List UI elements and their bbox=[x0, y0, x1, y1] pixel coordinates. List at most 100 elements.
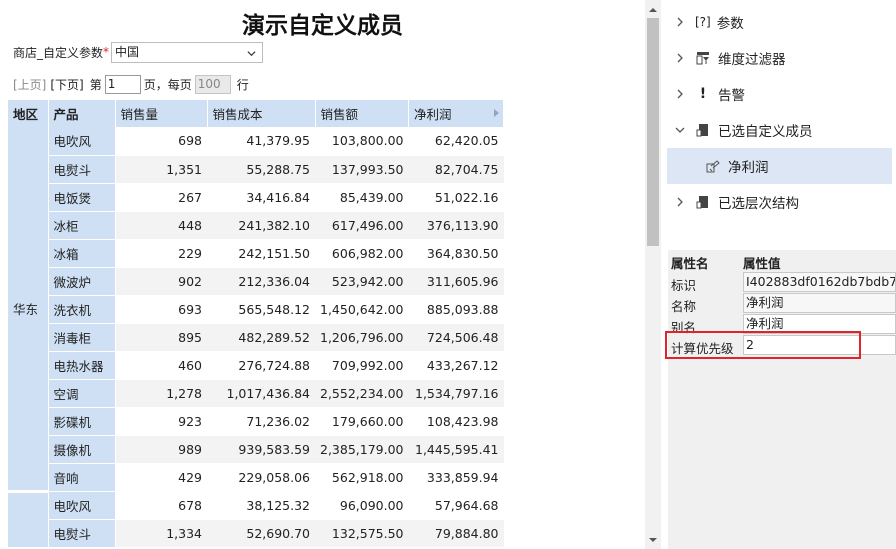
value-cell: 1,351 bbox=[115, 155, 207, 184]
tree-label: 净利润 bbox=[728, 160, 769, 176]
product-cell[interactable]: 冰柜 bbox=[48, 211, 116, 240]
tree-node-dimension-filter[interactable]: 维度过滤器 bbox=[667, 40, 892, 76]
value-cell: 34,416.84 bbox=[207, 183, 315, 212]
tree-label: 维度过滤器 bbox=[718, 52, 786, 68]
product-cell[interactable]: 空调 bbox=[48, 379, 116, 408]
chevron-down-icon[interactable] bbox=[673, 123, 687, 137]
filter-icon bbox=[696, 52, 709, 65]
value-cell: 103,800.00 bbox=[315, 127, 409, 156]
alert-icon: ! bbox=[699, 86, 707, 102]
value-cell: 724,506.48 bbox=[408, 323, 504, 352]
value-cell: 2,385,179.00 bbox=[315, 435, 409, 464]
vertical-scrollbar[interactable] bbox=[645, 0, 661, 549]
header-quantity[interactable]: 销售量 bbox=[115, 100, 208, 127]
product-cell[interactable]: 电吹风 bbox=[48, 491, 116, 520]
value-cell: 1,017,436.84 bbox=[207, 379, 315, 408]
value-cell: 698 bbox=[115, 127, 207, 156]
page-prefix: 第 bbox=[89, 77, 102, 92]
property-key: 名称 bbox=[671, 299, 697, 314]
chevron-right-icon[interactable] bbox=[673, 51, 687, 65]
value-cell: 137,993.50 bbox=[315, 155, 409, 184]
header-cost[interactable]: 销售成本 bbox=[207, 100, 316, 127]
value-cell: 923 bbox=[115, 407, 207, 436]
product-cell[interactable]: 电饭煲 bbox=[48, 183, 116, 212]
table-row: 电吹风 678 38,125.32 96,090.00 57,964.68 bbox=[8, 489, 504, 547]
scrollbar-thumb[interactable] bbox=[647, 18, 659, 246]
product-cell[interactable]: 电熨斗 bbox=[48, 155, 116, 184]
value-cell: 242,151.50 bbox=[207, 239, 315, 268]
value-cell: 1,206,796.00 bbox=[315, 323, 409, 352]
value-cell: 311,605.96 bbox=[408, 267, 504, 296]
value-cell: 523,942.00 bbox=[315, 267, 409, 296]
value-cell: 179,660.00 bbox=[315, 407, 409, 436]
table-row: 电饭煲 267 34,416.84 85,439.00 51,022.16 bbox=[8, 183, 504, 212]
value-cell: 939,583.59 bbox=[207, 435, 315, 464]
region-cell bbox=[8, 489, 49, 547]
next-page-link[interactable]: [下页] bbox=[50, 76, 83, 93]
table-row: 电熨斗 1,334 52,690.70 132,575.50 79,884.80 bbox=[8, 519, 504, 548]
parameter-row: 商店_自定义参数 * 中国 bbox=[13, 41, 264, 63]
scroll-down-icon[interactable] bbox=[645, 532, 661, 548]
product-cell[interactable]: 电吹风 bbox=[48, 127, 116, 156]
tree-node-alerts[interactable]: ! 告警 bbox=[667, 76, 892, 112]
value-cell: 448 bbox=[115, 211, 207, 240]
property-key: 标识 bbox=[671, 278, 697, 293]
value-cell: 433,267.12 bbox=[408, 351, 504, 380]
data-table: 地区 产品 销售量 销售成本 销售额 净利润 华东 电吹风 698 41,379.95… bbox=[8, 100, 504, 548]
value-cell: 132,575.50 bbox=[315, 519, 409, 548]
property-value-header: 属性值 bbox=[743, 256, 781, 271]
value-cell: 71,236.02 bbox=[207, 407, 315, 436]
tree-node-parameters[interactable]: [?] 参数 bbox=[667, 4, 892, 40]
property-name-field[interactable]: 净利润 bbox=[743, 293, 896, 313]
product-cell[interactable]: 音响 bbox=[48, 463, 116, 492]
required-mark: * bbox=[103, 45, 110, 59]
tree-node-hierarchy[interactable]: 已选层次结构 bbox=[667, 184, 892, 220]
expand-arrow-icon[interactable] bbox=[494, 109, 499, 117]
value-cell: 55,288.75 bbox=[207, 155, 315, 184]
product-cell[interactable]: 电熨斗 bbox=[48, 519, 116, 548]
property-id-field[interactable]: I402883df0162db7bdb7b0 bbox=[743, 272, 896, 292]
table-row: 冰柜 448 241,382.10 617,496.00 376,113.90 bbox=[8, 211, 504, 240]
rows-per-page-input[interactable]: 100 bbox=[194, 74, 231, 94]
tree-node-net-profit[interactable]: 净利润 bbox=[667, 148, 892, 184]
chevron-right-icon[interactable] bbox=[673, 195, 687, 209]
value-cell: 1,534,797.16 bbox=[408, 379, 504, 408]
chevron-down-icon bbox=[247, 50, 256, 56]
value-cell: 482,289.52 bbox=[207, 323, 315, 352]
table-row: 微波炉 902 212,336.04 523,942.00 311,605.96 bbox=[8, 267, 504, 296]
value-cell: 606,982.00 bbox=[315, 239, 409, 268]
value-cell: 85,439.00 bbox=[315, 183, 409, 212]
product-cell[interactable]: 消毒柜 bbox=[48, 323, 116, 352]
value-cell: 241,382.10 bbox=[207, 211, 315, 240]
header-sales[interactable]: 销售额 bbox=[315, 100, 409, 127]
property-row-name: 名称 净利润 bbox=[668, 293, 896, 315]
value-cell: 2,552,234.00 bbox=[315, 379, 409, 408]
product-cell[interactable]: 电热水器 bbox=[48, 351, 116, 380]
param-icon: [?] bbox=[695, 15, 711, 29]
value-cell: 902 bbox=[115, 267, 207, 296]
value-cell: 1,445,595.41 bbox=[408, 435, 504, 464]
page-number-input[interactable]: 1 bbox=[104, 74, 141, 94]
product-cell[interactable]: 洗衣机 bbox=[48, 295, 116, 324]
header-region: 地区 bbox=[8, 100, 49, 127]
header-profit[interactable]: 净利润 bbox=[408, 100, 504, 127]
value-cell: 429 bbox=[115, 463, 207, 492]
prev-page-link[interactable]: [上页] bbox=[13, 76, 46, 93]
value-cell: 678 bbox=[115, 491, 207, 520]
value-cell: 364,830.50 bbox=[408, 239, 504, 268]
chevron-right-icon[interactable] bbox=[673, 15, 687, 29]
tree-node-custom-members[interactable]: 已选自定义成员 bbox=[667, 112, 892, 148]
custom-member-icon bbox=[706, 160, 720, 173]
chevron-right-icon[interactable] bbox=[673, 87, 687, 101]
product-cell[interactable]: 摄像机 bbox=[48, 435, 116, 464]
value-cell: 376,113.90 bbox=[408, 211, 504, 240]
value-cell: 62,420.05 bbox=[408, 127, 504, 156]
product-cell[interactable]: 微波炉 bbox=[48, 267, 116, 296]
parameter-select[interactable]: 中国 bbox=[111, 41, 264, 63]
scroll-up-icon[interactable] bbox=[645, 2, 661, 18]
value-cell: 709,992.00 bbox=[315, 351, 409, 380]
rows-suffix: 行 bbox=[236, 77, 249, 92]
value-cell: 229 bbox=[115, 239, 207, 268]
product-cell[interactable]: 冰箱 bbox=[48, 239, 116, 268]
product-cell[interactable]: 影碟机 bbox=[48, 407, 116, 436]
